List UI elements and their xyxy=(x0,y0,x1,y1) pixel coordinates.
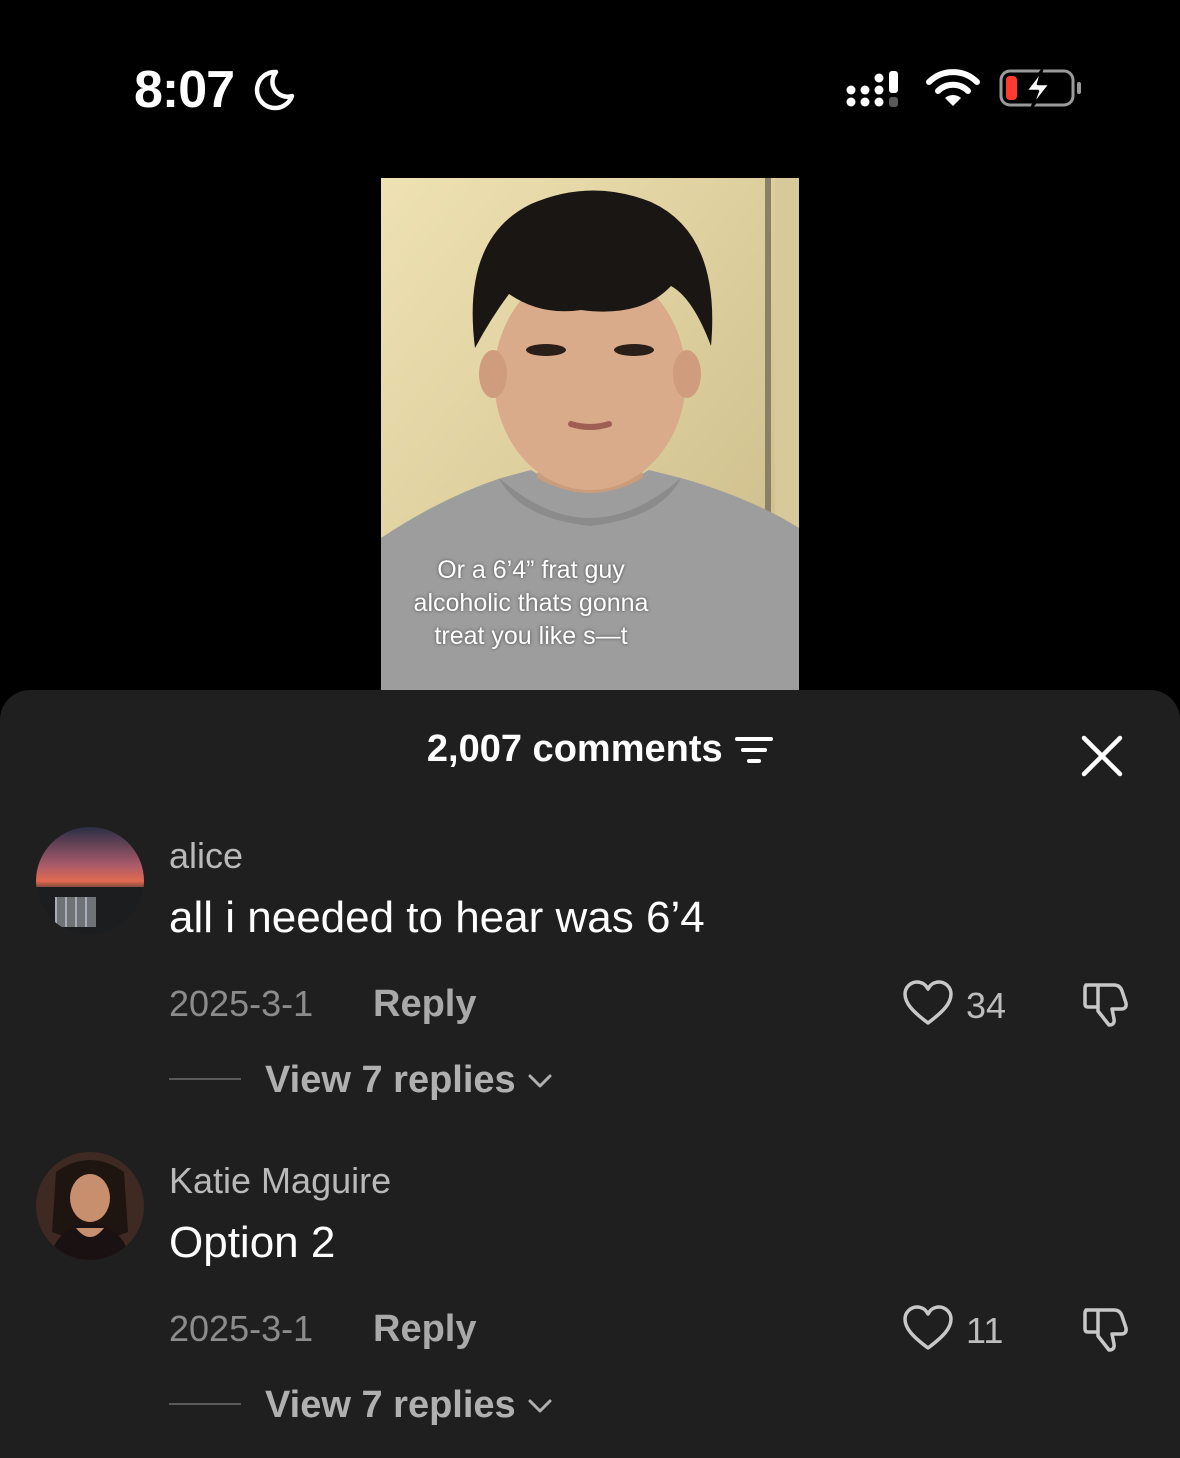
comments-header: 2,007 comments xyxy=(0,728,1180,778)
avatar-image-sunset xyxy=(36,827,144,935)
replies-divider xyxy=(169,1403,241,1405)
comment-username[interactable]: Katie Maguire xyxy=(169,1160,391,1202)
heart-icon[interactable] xyxy=(902,979,954,1027)
battery-charging-icon xyxy=(999,68,1081,109)
view-replies-button[interactable]: View 7 replies xyxy=(265,1059,516,1102)
moon-icon xyxy=(254,69,295,111)
like-count: 34 xyxy=(966,985,1007,1026)
comment-username[interactable]: alice xyxy=(169,835,243,877)
video-player[interactable]: Or a 6’4” frat guy alcoholic thats gonna… xyxy=(381,178,799,690)
comment-item: Katie Maguire Option 2 2025-3-1 Reply 11… xyxy=(0,1152,1180,1452)
avatar[interactable] xyxy=(36,827,144,935)
replies-divider xyxy=(169,1078,241,1080)
comment-item: alice all i needed to hear was 6’4 2025-… xyxy=(0,827,1180,1127)
comment-date: 2025-3-1 xyxy=(169,1308,314,1349)
comment-text: all i needed to hear was 6’4 xyxy=(169,893,705,942)
wifi-icon xyxy=(926,69,980,106)
status-bar: 8:07 xyxy=(0,0,1180,178)
comment-text: Option 2 xyxy=(169,1218,336,1267)
thumbs-down-icon[interactable] xyxy=(1080,977,1134,1029)
reply-button[interactable]: Reply xyxy=(373,1308,476,1351)
cellular-signal-icon xyxy=(846,71,898,107)
chevron-down-icon[interactable] xyxy=(526,1396,554,1416)
video-caption: Or a 6’4” frat guy alcoholic thats gonna… xyxy=(413,556,649,650)
thumbs-down-icon[interactable] xyxy=(1080,1302,1134,1354)
comment-date: 2025-3-1 xyxy=(169,983,314,1024)
reply-button[interactable]: Reply xyxy=(373,983,476,1026)
comments-count: 2,007 comments xyxy=(426,728,723,770)
like-count: 11 xyxy=(966,1310,1004,1351)
avatar-image-portrait xyxy=(36,1152,144,1260)
sort-icon[interactable] xyxy=(735,735,774,765)
view-replies-button[interactable]: View 7 replies xyxy=(265,1384,516,1427)
comments-sheet: 2,007 comments alice all i needed to hea… xyxy=(0,690,1180,1458)
heart-icon[interactable] xyxy=(902,1304,954,1352)
chevron-down-icon[interactable] xyxy=(526,1071,554,1091)
status-time: 8:07 xyxy=(134,61,235,119)
close-icon[interactable] xyxy=(1076,730,1128,782)
avatar[interactable] xyxy=(36,1152,144,1260)
